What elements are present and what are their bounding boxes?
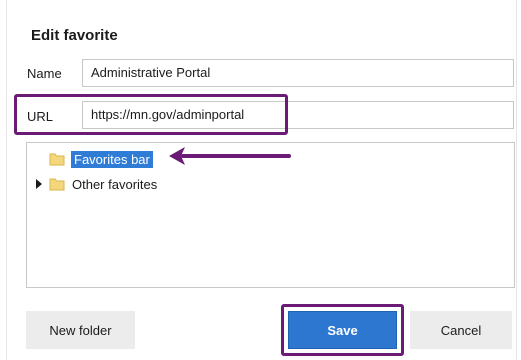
- expand-arrow-icon[interactable]: [35, 179, 43, 189]
- dialog-title: Edit favorite: [31, 27, 118, 44]
- tree-item-label: Other favorites: [72, 176, 158, 192]
- new-folder-button[interactable]: New folder: [26, 311, 135, 349]
- tree-item-label: Favorites bar: [71, 150, 153, 168]
- name-label: Name: [27, 66, 62, 81]
- folder-icon: [49, 152, 65, 166]
- name-field[interactable]: Administrative Portal: [82, 59, 514, 87]
- tree-item-other-favorites[interactable]: Other favorites: [49, 174, 157, 194]
- save-annotation-box: [281, 304, 404, 356]
- edit-favorite-dialog: Edit favorite Name Administrative Portal…: [6, 0, 517, 360]
- tree-item-favorites-bar[interactable]: Favorites bar: [49, 149, 153, 169]
- annotation-arrow: [169, 147, 291, 165]
- cancel-button[interactable]: Cancel: [410, 311, 512, 349]
- folder-icon: [49, 177, 65, 191]
- url-annotation-box: [14, 94, 288, 135]
